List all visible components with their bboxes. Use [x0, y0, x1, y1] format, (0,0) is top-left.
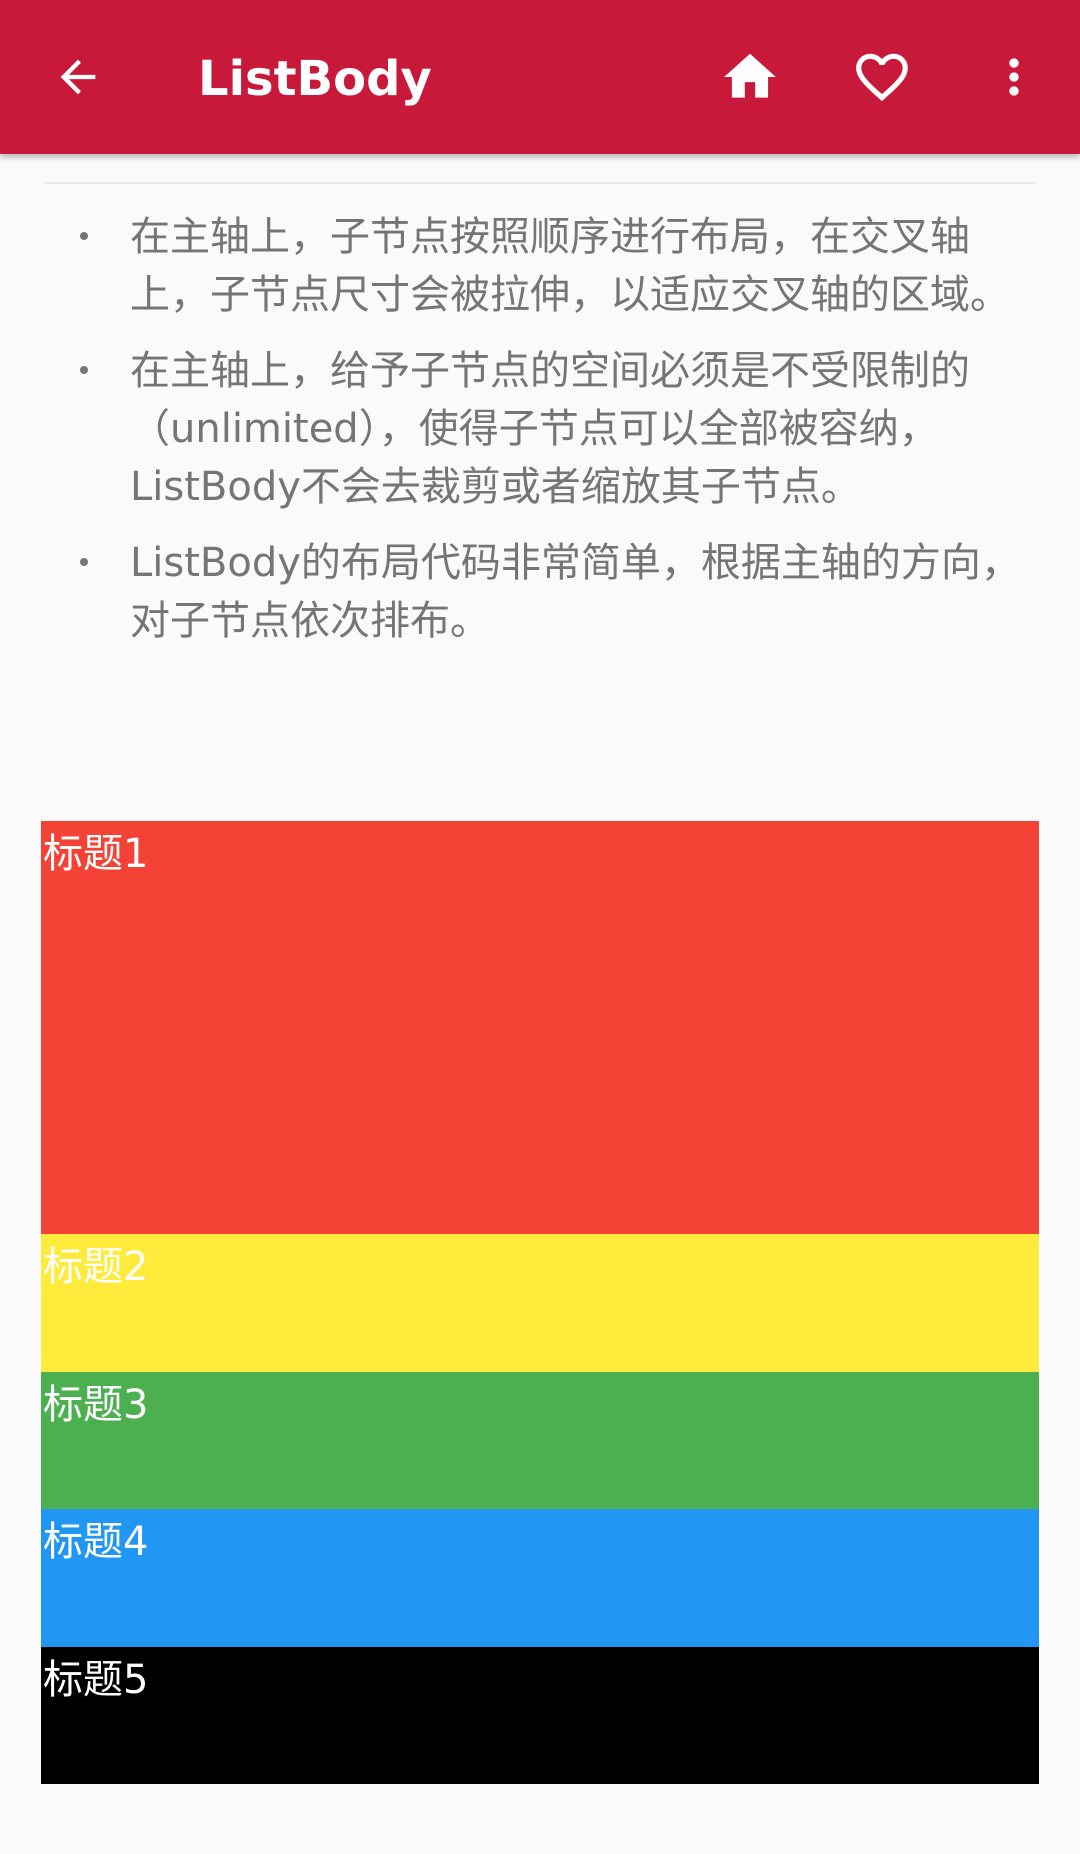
app-bar: ListBody — [0, 0, 1080, 154]
list-item: 在主轴上，给予子节点的空间必须是不受限制的（unlimited），使得子节点可以… — [0, 342, 1080, 516]
list-body: 标题1 标题2 标题3 标题4 标题5 — [41, 821, 1039, 1784]
list-body-item-5: 标题5 — [41, 1647, 1039, 1784]
bullet-text: ListBody的布局代码非常简单，根据主轴的方向，对子节点依次排布。 — [130, 540, 1021, 644]
favorite-button[interactable] — [842, 37, 922, 117]
bullet-text: 在主轴上，子节点按照顺序进行布局，在交叉轴上，子节点尺寸会被拉伸，以适应交叉轴的… — [130, 214, 1010, 318]
arrow-back-icon — [60, 59, 96, 95]
bullet-dot-icon — [80, 232, 88, 240]
block-title: 标题1 — [43, 831, 149, 877]
list-body-item-3: 标题3 — [41, 1372, 1039, 1509]
more-options-button[interactable] — [974, 37, 1054, 117]
list-item: ListBody的布局代码非常简单，根据主轴的方向，对子节点依次排布。 — [0, 534, 1080, 650]
block-title: 标题4 — [43, 1519, 149, 1565]
more-vert-icon — [1009, 58, 1019, 96]
bullet-text: 在主轴上，给予子节点的空间必须是不受限制的（unlimited），使得子节点可以… — [130, 348, 970, 510]
divider — [44, 182, 1036, 184]
list-item: 在主轴上，子节点按照顺序进行布局，在交叉轴上，子节点尺寸会被拉伸，以适应交叉轴的… — [0, 208, 1080, 324]
list-body-item-1: 标题1 — [41, 821, 1039, 1234]
page-title: ListBody — [198, 51, 432, 107]
block-title: 标题5 — [43, 1657, 149, 1703]
bullet-dot-icon — [80, 558, 88, 566]
back-button[interactable] — [38, 37, 118, 117]
home-button[interactable] — [710, 37, 790, 117]
heart-outline-icon — [856, 53, 908, 102]
list-body-item-2: 标题2 — [41, 1234, 1039, 1372]
list-body-item-4: 标题4 — [41, 1509, 1039, 1647]
home-icon — [724, 53, 776, 98]
block-title: 标题3 — [43, 1382, 149, 1428]
bullet-dot-icon — [80, 366, 88, 374]
bullet-list: 在主轴上，子节点按照顺序进行布局，在交叉轴上，子节点尺寸会被拉伸，以适应交叉轴的… — [0, 208, 1080, 668]
block-title: 标题2 — [43, 1244, 149, 1290]
